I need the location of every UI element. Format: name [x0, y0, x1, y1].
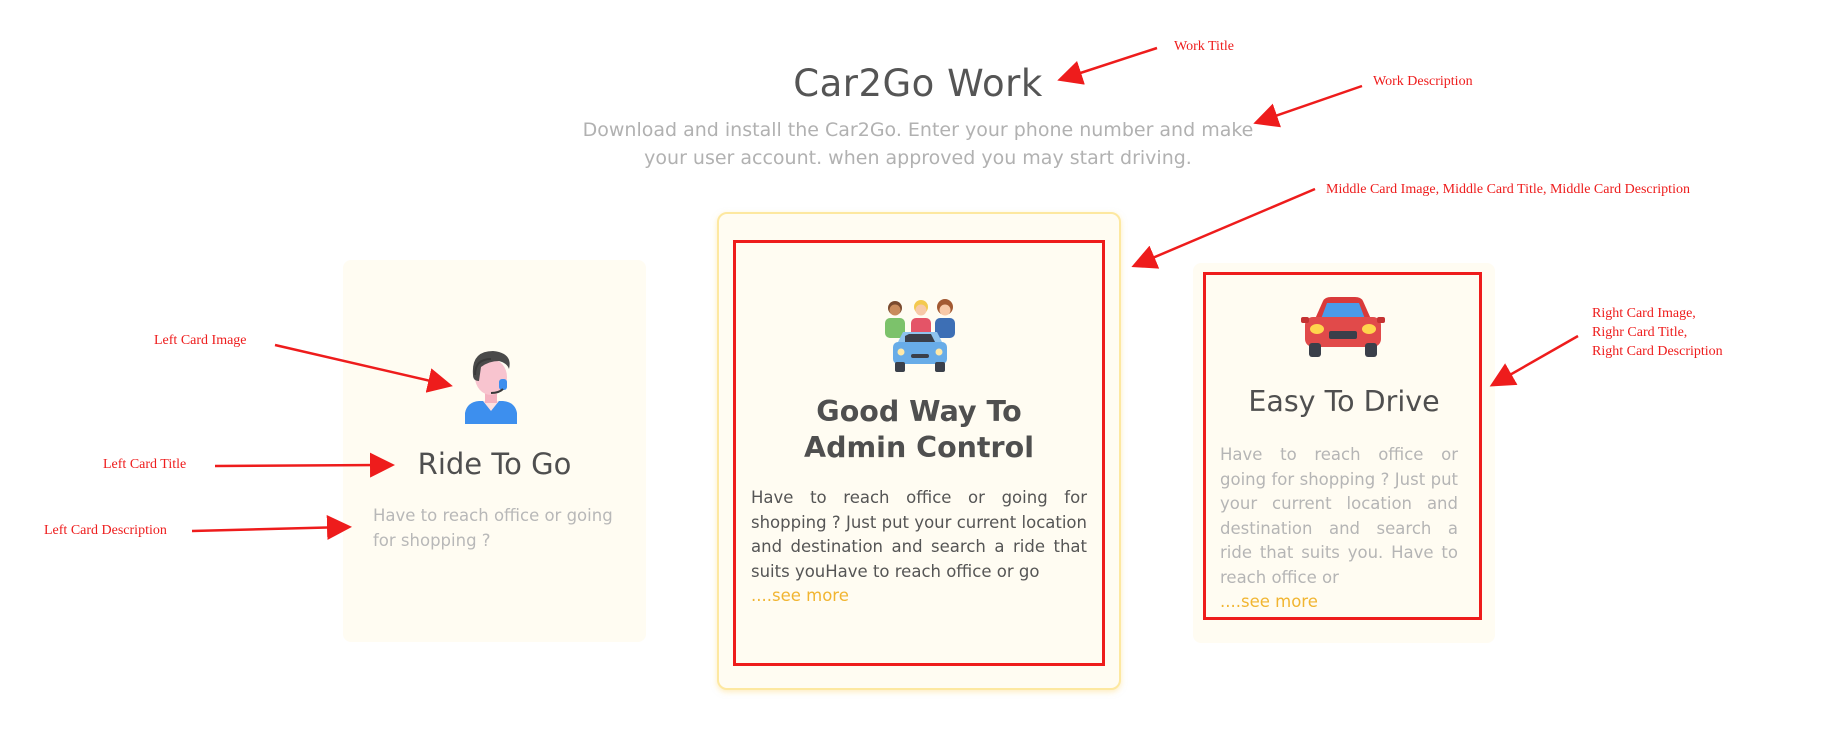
right-card-arrow	[1489, 334, 1579, 387]
annotation-left-card-description: Left Card Description	[44, 523, 167, 538]
left-card-title-arrow	[214, 452, 395, 478]
work-title-arrow	[1057, 46, 1158, 85]
work-description-arrow	[1253, 84, 1363, 128]
middle-card-arrow	[1131, 187, 1316, 269]
annotation-middle-card: Middle Card Image, Middle Card Title, Mi…	[1326, 182, 1690, 197]
annotation-work-title: Work Title	[1174, 39, 1234, 54]
stage: Car2Go Work Download and install the Car…	[0, 0, 1836, 737]
left-card-image-arrow	[274, 343, 453, 393]
left-card-description-arrow	[191, 515, 352, 541]
annotation-left-card-title: Left Card Title	[103, 457, 187, 472]
annotation-work-description: Work Description	[1373, 74, 1473, 89]
annotation-left-card-image: Left Card Image	[154, 333, 247, 348]
annotation-arrows	[191, 46, 1579, 541]
annotation-right-card: Right Card Image, Righr Card Title, Righ…	[1592, 306, 1723, 359]
